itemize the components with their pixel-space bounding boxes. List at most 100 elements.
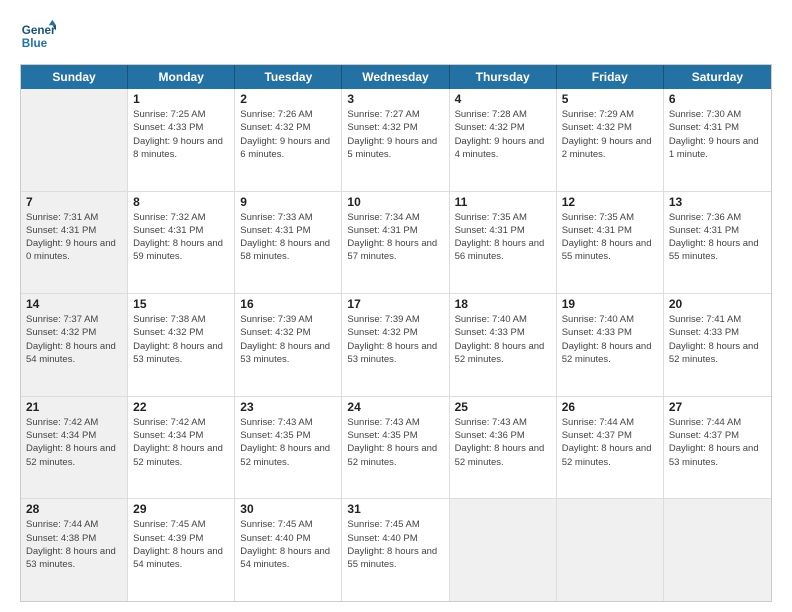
calendar-cell: 5 Sunrise: 7:29 AM Sunset: 4:32 PM Dayli… — [557, 89, 664, 191]
sunset-text: Sunset: 4:32 PM — [26, 326, 122, 339]
calendar-cell: 27 Sunrise: 7:44 AM Sunset: 4:37 PM Dayl… — [664, 397, 771, 499]
sunset-text: Sunset: 4:33 PM — [562, 326, 658, 339]
calendar-cell: 25 Sunrise: 7:43 AM Sunset: 4:36 PM Dayl… — [450, 397, 557, 499]
calendar-cell — [664, 499, 771, 601]
daylight-text: Daylight: 9 hours and 6 minutes. — [240, 135, 336, 162]
sunrise-text: Sunrise: 7:42 AM — [26, 416, 122, 429]
day-number: 4 — [455, 92, 551, 106]
sunset-text: Sunset: 4:32 PM — [562, 121, 658, 134]
calendar-cell: 31 Sunrise: 7:45 AM Sunset: 4:40 PM Dayl… — [342, 499, 449, 601]
sunset-text: Sunset: 4:33 PM — [133, 121, 229, 134]
sunrise-text: Sunrise: 7:35 AM — [562, 211, 658, 224]
calendar-body: 1 Sunrise: 7:25 AM Sunset: 4:33 PM Dayli… — [21, 89, 771, 601]
daylight-text: Daylight: 8 hours and 57 minutes. — [347, 237, 443, 264]
day-number: 20 — [669, 297, 766, 311]
daylight-text: Daylight: 8 hours and 53 minutes. — [240, 340, 336, 367]
calendar-cell: 7 Sunrise: 7:31 AM Sunset: 4:31 PM Dayli… — [21, 192, 128, 294]
sunset-text: Sunset: 4:35 PM — [347, 429, 443, 442]
day-number: 24 — [347, 400, 443, 414]
daylight-text: Daylight: 8 hours and 53 minutes. — [347, 340, 443, 367]
sunrise-text: Sunrise: 7:44 AM — [562, 416, 658, 429]
daylight-text: Daylight: 8 hours and 53 minutes. — [669, 442, 766, 469]
day-number: 31 — [347, 502, 443, 516]
daylight-text: Daylight: 8 hours and 59 minutes. — [133, 237, 229, 264]
daylight-text: Daylight: 8 hours and 52 minutes. — [347, 442, 443, 469]
sunrise-text: Sunrise: 7:45 AM — [347, 518, 443, 531]
sunset-text: Sunset: 4:36 PM — [455, 429, 551, 442]
calendar-cell: 11 Sunrise: 7:35 AM Sunset: 4:31 PM Dayl… — [450, 192, 557, 294]
sunrise-text: Sunrise: 7:27 AM — [347, 108, 443, 121]
day-number: 12 — [562, 195, 658, 209]
sunrise-text: Sunrise: 7:40 AM — [562, 313, 658, 326]
day-number: 15 — [133, 297, 229, 311]
calendar-cell: 4 Sunrise: 7:28 AM Sunset: 4:32 PM Dayli… — [450, 89, 557, 191]
daylight-text: Daylight: 8 hours and 52 minutes. — [133, 442, 229, 469]
daylight-text: Daylight: 8 hours and 52 minutes. — [455, 442, 551, 469]
svg-text:Blue: Blue — [22, 37, 48, 50]
sunset-text: Sunset: 4:31 PM — [347, 224, 443, 237]
sunset-text: Sunset: 4:31 PM — [455, 224, 551, 237]
day-number: 5 — [562, 92, 658, 106]
sunset-text: Sunset: 4:32 PM — [455, 121, 551, 134]
sunset-text: Sunset: 4:33 PM — [669, 326, 766, 339]
calendar-cell: 16 Sunrise: 7:39 AM Sunset: 4:32 PM Dayl… — [235, 294, 342, 396]
sunrise-text: Sunrise: 7:38 AM — [133, 313, 229, 326]
sunset-text: Sunset: 4:35 PM — [240, 429, 336, 442]
calendar-cell: 18 Sunrise: 7:40 AM Sunset: 4:33 PM Dayl… — [450, 294, 557, 396]
day-number: 25 — [455, 400, 551, 414]
sunrise-text: Sunrise: 7:40 AM — [455, 313, 551, 326]
sunset-text: Sunset: 4:32 PM — [133, 326, 229, 339]
sunset-text: Sunset: 4:40 PM — [240, 532, 336, 545]
day-number: 2 — [240, 92, 336, 106]
calendar-cell: 28 Sunrise: 7:44 AM Sunset: 4:38 PM Dayl… — [21, 499, 128, 601]
day-number: 13 — [669, 195, 766, 209]
sunset-text: Sunset: 4:32 PM — [240, 121, 336, 134]
daylight-text: Daylight: 8 hours and 58 minutes. — [240, 237, 336, 264]
day-number: 30 — [240, 502, 336, 516]
calendar-cell: 14 Sunrise: 7:37 AM Sunset: 4:32 PM Dayl… — [21, 294, 128, 396]
sunrise-text: Sunrise: 7:39 AM — [347, 313, 443, 326]
calendar-cell: 13 Sunrise: 7:36 AM Sunset: 4:31 PM Dayl… — [664, 192, 771, 294]
sunrise-text: Sunrise: 7:42 AM — [133, 416, 229, 429]
weekday-header: Thursday — [450, 65, 557, 89]
weekday-header: Wednesday — [342, 65, 449, 89]
day-number: 29 — [133, 502, 229, 516]
calendar-cell: 17 Sunrise: 7:39 AM Sunset: 4:32 PM Dayl… — [342, 294, 449, 396]
calendar-cell: 21 Sunrise: 7:42 AM Sunset: 4:34 PM Dayl… — [21, 397, 128, 499]
daylight-text: Daylight: 9 hours and 5 minutes. — [347, 135, 443, 162]
sunrise-text: Sunrise: 7:37 AM — [26, 313, 122, 326]
day-number: 22 — [133, 400, 229, 414]
sunset-text: Sunset: 4:34 PM — [26, 429, 122, 442]
daylight-text: Daylight: 8 hours and 52 minutes. — [26, 442, 122, 469]
day-number: 23 — [240, 400, 336, 414]
sunrise-text: Sunrise: 7:25 AM — [133, 108, 229, 121]
sunrise-text: Sunrise: 7:31 AM — [26, 211, 122, 224]
day-number: 1 — [133, 92, 229, 106]
sunrise-text: Sunrise: 7:36 AM — [669, 211, 766, 224]
calendar-cell — [557, 499, 664, 601]
day-number: 28 — [26, 502, 122, 516]
daylight-text: Daylight: 9 hours and 1 minute. — [669, 135, 766, 162]
calendar-row: 7 Sunrise: 7:31 AM Sunset: 4:31 PM Dayli… — [21, 191, 771, 294]
calendar-cell: 19 Sunrise: 7:40 AM Sunset: 4:33 PM Dayl… — [557, 294, 664, 396]
daylight-text: Daylight: 8 hours and 53 minutes. — [133, 340, 229, 367]
day-number: 16 — [240, 297, 336, 311]
sunset-text: Sunset: 4:31 PM — [26, 224, 122, 237]
weekday-header: Sunday — [21, 65, 128, 89]
daylight-text: Daylight: 8 hours and 56 minutes. — [455, 237, 551, 264]
calendar-row: 14 Sunrise: 7:37 AM Sunset: 4:32 PM Dayl… — [21, 293, 771, 396]
calendar-header: SundayMondayTuesdayWednesdayThursdayFrid… — [21, 65, 771, 89]
calendar-cell: 10 Sunrise: 7:34 AM Sunset: 4:31 PM Dayl… — [342, 192, 449, 294]
sunset-text: Sunset: 4:38 PM — [26, 532, 122, 545]
sunrise-text: Sunrise: 7:44 AM — [26, 518, 122, 531]
sunset-text: Sunset: 4:31 PM — [669, 224, 766, 237]
sunset-text: Sunset: 4:37 PM — [562, 429, 658, 442]
daylight-text: Daylight: 8 hours and 53 minutes. — [26, 545, 122, 572]
calendar-cell: 2 Sunrise: 7:26 AM Sunset: 4:32 PM Dayli… — [235, 89, 342, 191]
calendar: SundayMondayTuesdayWednesdayThursdayFrid… — [20, 64, 772, 602]
sunrise-text: Sunrise: 7:43 AM — [455, 416, 551, 429]
daylight-text: Daylight: 9 hours and 8 minutes. — [133, 135, 229, 162]
daylight-text: Daylight: 8 hours and 52 minutes. — [455, 340, 551, 367]
calendar-row: 28 Sunrise: 7:44 AM Sunset: 4:38 PM Dayl… — [21, 498, 771, 601]
day-number: 18 — [455, 297, 551, 311]
